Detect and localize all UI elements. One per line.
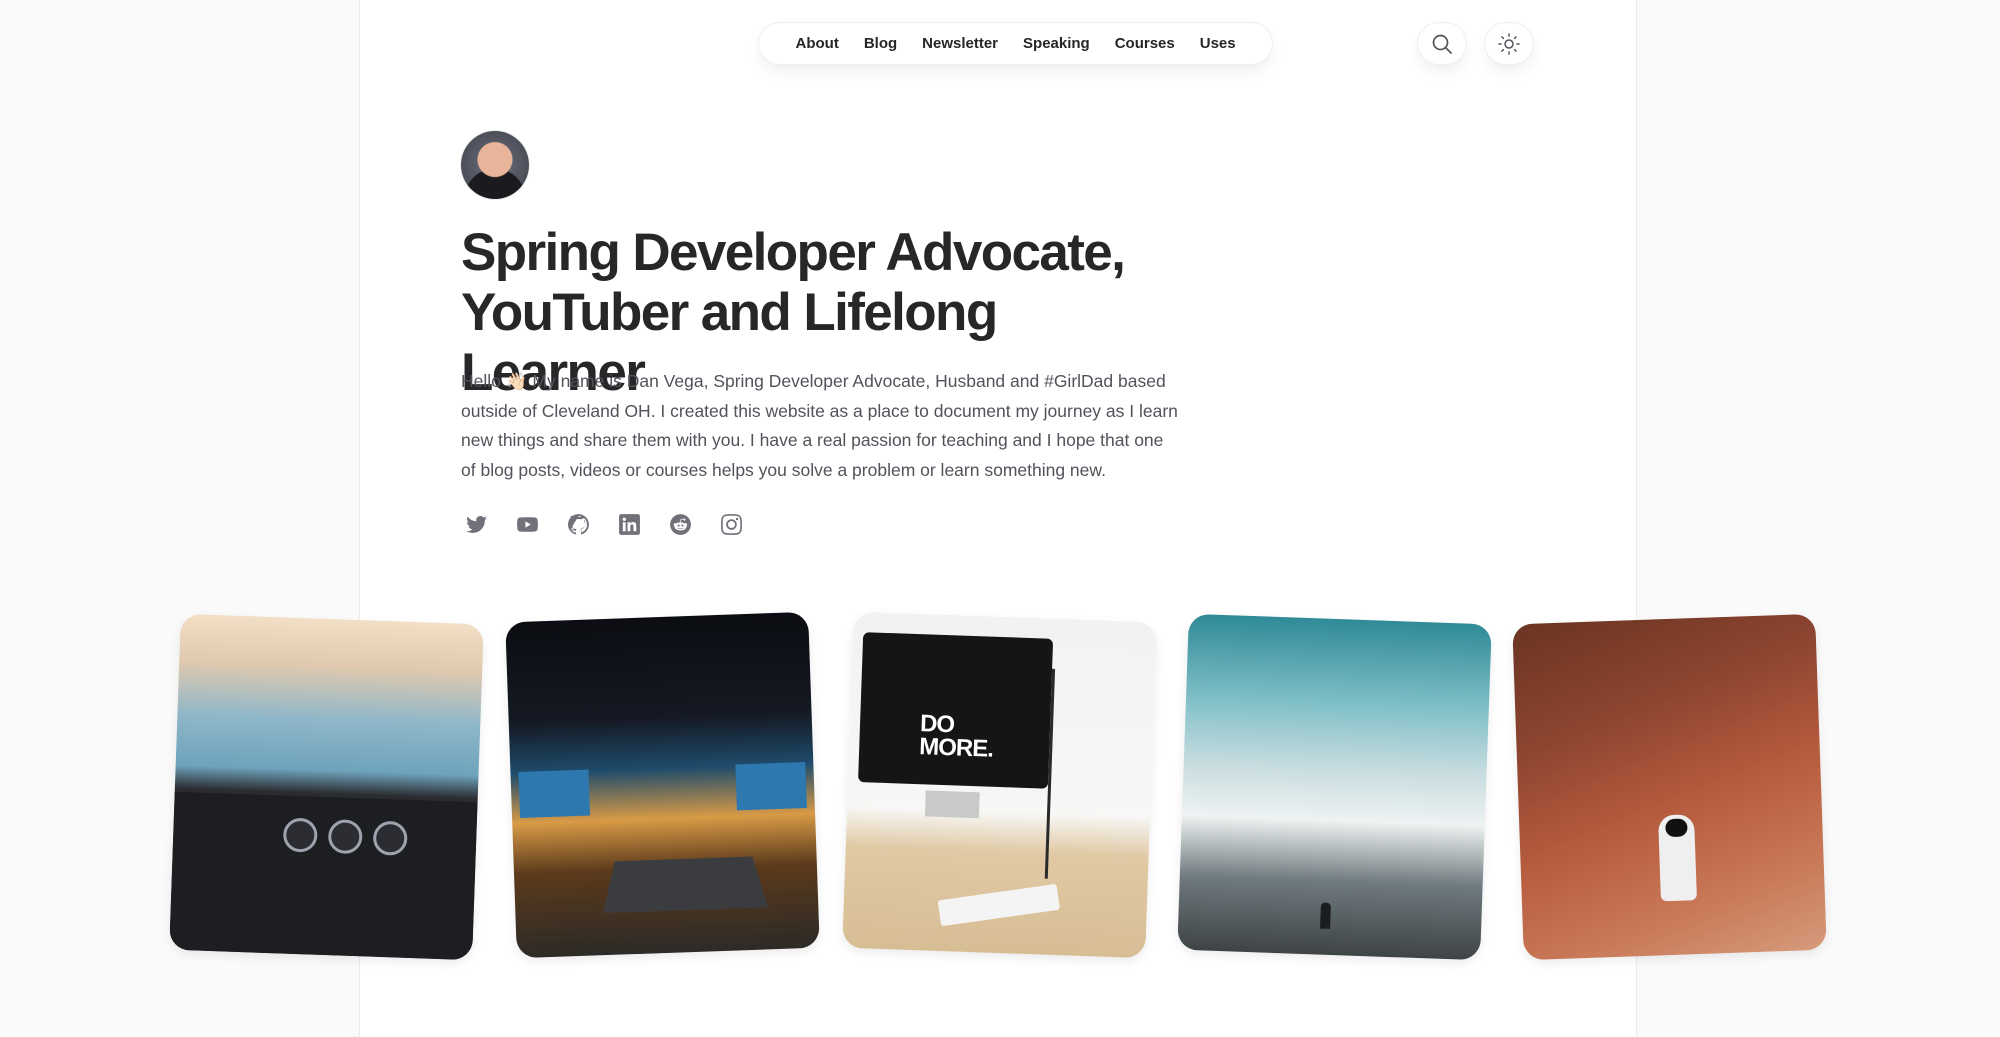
page-title-line-1: Spring Developer Advocate, xyxy=(461,223,1126,282)
side-screen-right xyxy=(735,762,807,811)
photo-conference xyxy=(505,611,820,959)
astronaut-visor xyxy=(1665,818,1688,838)
monitor-shape xyxy=(858,632,1054,789)
nav-uses[interactable]: Uses xyxy=(1187,22,1248,65)
github-icon xyxy=(567,513,589,534)
reddit-icon xyxy=(669,513,691,535)
stage-platform xyxy=(603,856,768,914)
nav-about[interactable]: About xyxy=(783,22,851,65)
avatar[interactable] xyxy=(461,131,529,199)
nav-blog[interactable]: Blog xyxy=(851,22,909,65)
reddit-link[interactable] xyxy=(665,509,695,539)
nav-newsletter[interactable]: Newsletter xyxy=(910,22,1011,65)
search-icon xyxy=(1432,34,1452,54)
monitor-text-line-2: MORE. xyxy=(918,733,994,763)
photo-desk-setup: DO MORE. xyxy=(842,611,1157,959)
youtube-icon xyxy=(516,516,538,532)
linkedin-link[interactable] xyxy=(614,509,644,539)
youtube-link[interactable] xyxy=(512,509,542,539)
theme-toggle-button[interactable] xyxy=(1484,22,1534,65)
monitor-stand xyxy=(924,790,980,819)
shelf-shape xyxy=(1044,668,1153,883)
photo-cockpit xyxy=(169,613,484,961)
nav-speaking[interactable]: Speaking xyxy=(1011,22,1103,65)
linkedin-icon xyxy=(618,513,640,535)
photo-astronaut xyxy=(1512,613,1827,961)
instagram-link[interactable] xyxy=(716,509,746,539)
instagram-icon xyxy=(720,513,742,535)
nav-courses[interactable]: Courses xyxy=(1102,22,1187,65)
sun-icon xyxy=(1498,32,1520,55)
cockpit-dashboard xyxy=(169,791,478,961)
search-button[interactable] xyxy=(1417,22,1467,65)
hiker-silhouette xyxy=(1320,902,1331,929)
social-links xyxy=(461,509,746,539)
twitter-icon xyxy=(465,515,487,533)
main-nav: About Blog Newsletter Speaking Courses U… xyxy=(758,22,1274,65)
intro-text: Hello 👋🏻 My name is Dan Vega, Spring Dev… xyxy=(461,371,1178,480)
github-link[interactable] xyxy=(563,509,593,539)
side-screen-left xyxy=(518,769,591,818)
twitter-link[interactable] xyxy=(461,509,491,539)
photo-mountains xyxy=(1177,613,1492,961)
monitor-text: DO MORE. xyxy=(918,710,994,763)
keyboard-shape xyxy=(937,883,1061,927)
